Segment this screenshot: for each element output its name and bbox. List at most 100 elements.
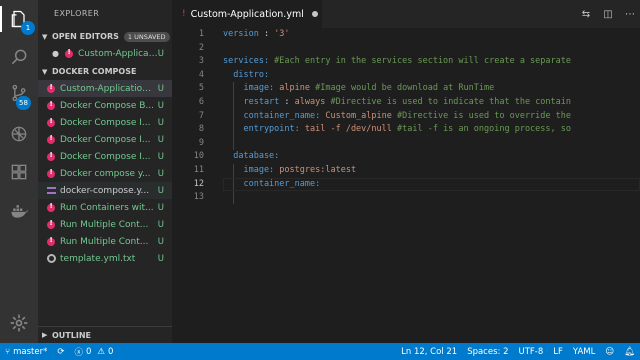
warning-count: 0	[108, 346, 114, 357]
code-line[interactable]: image: postgres:latest	[223, 164, 640, 178]
code-token: database:	[223, 151, 280, 162]
code-line[interactable]: container_name:	[223, 178, 640, 192]
code-token: distro:	[223, 69, 270, 80]
line-number: 5	[198, 83, 204, 94]
file-name: Docker Compose B...	[60, 100, 154, 111]
file-item[interactable]: Docker Compose I... U	[38, 131, 172, 148]
code-token: container_name:	[223, 178, 321, 189]
open-editor-name: Custom-Applicati...	[78, 48, 158, 59]
more-actions-icon[interactable]: ⋯	[624, 8, 636, 20]
code-line[interactable]	[223, 191, 640, 205]
settings-gear-icon[interactable]	[0, 306, 38, 340]
sync-icon: ⟳	[57, 346, 65, 357]
code-token: #Directive is used to override the	[391, 110, 572, 121]
outline-header[interactable]: ▶ OUTLINE	[38, 326, 172, 343]
file-item[interactable]: Docker Compose I... U	[38, 148, 172, 165]
git-status: U	[157, 168, 164, 179]
yaml-file-icon	[46, 202, 56, 213]
branch-indicator[interactable]: ⑂ master*	[0, 343, 52, 360]
open-editors-header[interactable]: ▼ OPEN EDITORS 1 UNSAVED	[38, 28, 172, 45]
end-of-line[interactable]: LF	[548, 343, 568, 360]
code-token: :	[279, 96, 295, 107]
git-status: U	[157, 253, 164, 264]
docker-compose-folder-header[interactable]: ▼ DOCKER COMPOSE	[38, 63, 172, 80]
problems-indicator[interactable]: ⓧ 0 ⚠ 0	[69, 343, 118, 360]
code-line[interactable]: database:	[223, 150, 640, 164]
code-line[interactable]: distro:	[223, 69, 640, 83]
line-number: 11	[193, 164, 204, 175]
line-number-gutter: 1 2 3 4 5 6 7 8 9 10 11 12 13	[172, 28, 212, 205]
code-line[interactable]: container_name: Custom_alpine #Directive…	[223, 110, 640, 124]
search-icon[interactable]	[0, 40, 38, 74]
git-status: U	[157, 236, 164, 247]
split-editor-icon[interactable]: ◫	[602, 8, 614, 20]
git-status: U	[157, 83, 164, 94]
file-item[interactable]: Run Containers wit... U	[38, 199, 172, 216]
notifications-icon[interactable]: 🔔︎	[619, 343, 640, 360]
editor-tab[interactable]: ! Custom-Application.yml	[172, 0, 322, 28]
code-line[interactable]: image: alpine #Image would be download a…	[223, 82, 640, 96]
line-number: 7	[198, 110, 204, 121]
open-editor-item[interactable]: ● Custom-Applicati... U	[38, 45, 172, 62]
sidebar-title: EXPLORER	[54, 9, 100, 18]
line-number: 12	[193, 178, 204, 189]
sync-indicator[interactable]: ⟳	[52, 343, 69, 360]
code-token: #Directive is used to indicate that the …	[325, 96, 572, 107]
file-item[interactable]: Run Multiple Cont... U	[38, 216, 172, 233]
yaml-file-icon	[46, 151, 56, 162]
unsaved-dot-icon[interactable]	[311, 11, 318, 17]
file-name: docker-compose.y...	[60, 185, 150, 196]
yaml-file-icon	[46, 168, 56, 179]
feedback-icon[interactable]: ☺	[600, 343, 619, 360]
yaml-file-icon	[46, 83, 56, 94]
explorer-icon[interactable]: 1	[0, 2, 38, 36]
explorer-badge: 1	[21, 21, 35, 35]
git-status: U	[157, 117, 164, 128]
file-item[interactable]: template.yml.txt U	[38, 250, 172, 267]
file-name: Run Multiple Cont...	[60, 236, 149, 247]
code-token: services:	[223, 56, 270, 67]
encoding[interactable]: UTF-8	[514, 343, 549, 360]
file-name: Docker Compose I...	[60, 117, 151, 128]
cursor-position[interactable]: Ln 12, Col 21	[396, 343, 462, 360]
git-branch-icon: ⑂	[5, 346, 11, 357]
code-token: tail -f /dev/null	[299, 124, 392, 135]
code-line[interactable]	[223, 137, 640, 151]
docker-icon[interactable]	[0, 194, 38, 228]
code-token: #Each entry in the services section will…	[269, 56, 571, 67]
outline-label: OUTLINE	[52, 330, 91, 340]
open-changes-icon[interactable]: ⇆	[580, 8, 592, 20]
file-item[interactable]: Docker Compose B... U	[38, 97, 172, 114]
chevron-right-icon: ▶	[42, 331, 48, 339]
file-item[interactable]: Run Multiple Cont... U	[38, 233, 172, 250]
git-status: U	[157, 48, 164, 59]
file-item[interactable]: Docker compose y... U	[38, 165, 172, 182]
yaml-file-icon	[64, 48, 74, 59]
file-name: Custom-Application.yml	[60, 83, 156, 94]
file-item[interactable]: Custom-Application.yml U	[38, 80, 172, 97]
indentation[interactable]: Spaces: 2	[462, 343, 513, 360]
error-count: 0	[85, 346, 92, 357]
extensions-icon[interactable]	[0, 155, 38, 189]
file-item[interactable]: Docker Compose I... U	[38, 114, 172, 131]
debug-icon[interactable]	[0, 117, 38, 151]
language-mode[interactable]: YAML	[568, 343, 600, 360]
code-line[interactable]: services: #Each entry in the services se…	[223, 55, 640, 69]
close-editor-icon[interactable]: ●	[52, 49, 60, 58]
code-editor[interactable]: 1 2 3 4 5 6 7 8 9 10 11 12 13 version : '3' services:…	[172, 28, 640, 343]
source-control-icon[interactable]: 58	[0, 76, 38, 110]
file-item[interactable]: docker-compose.y... U	[38, 182, 172, 199]
code-token: '3'	[274, 29, 290, 39]
code-line[interactable]: version : '3'	[223, 28, 640, 42]
line-number: 3	[198, 56, 204, 67]
chevron-down-icon: ▼	[42, 67, 48, 76]
git-status: U	[157, 151, 164, 162]
code-line[interactable]	[223, 42, 640, 56]
yaml-file-icon	[46, 134, 56, 145]
code-line[interactable]: restart : always #Directive is used to i…	[223, 96, 640, 110]
branch-name: master*	[13, 346, 48, 357]
file-name: Docker Compose I...	[60, 134, 151, 145]
code-area[interactable]: version : '3' services: #Each entry in th…	[223, 28, 640, 205]
code-line[interactable]: entrypoint: tail -f /dev/null #tail -f i…	[223, 123, 640, 137]
docker-compose-file-icon	[46, 186, 56, 196]
